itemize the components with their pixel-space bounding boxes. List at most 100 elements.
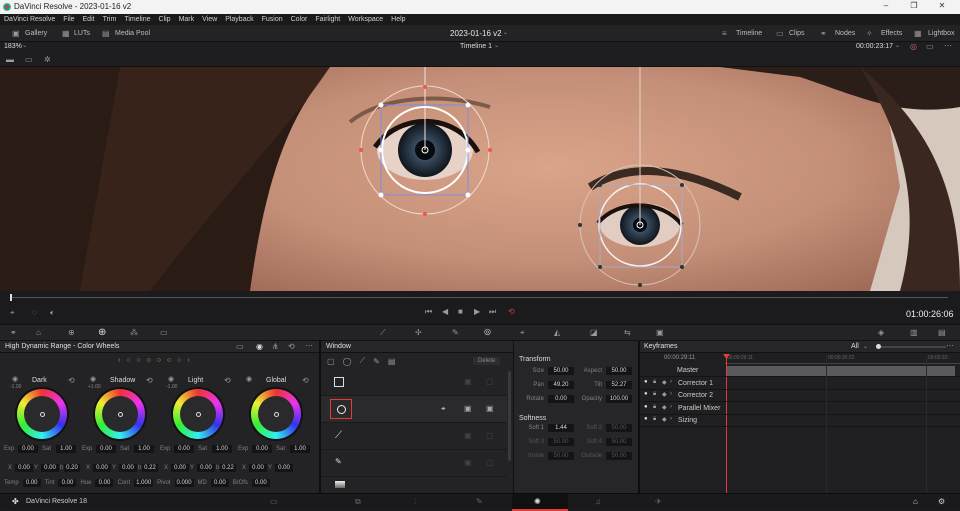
fusion-page-icon[interactable]: ✎ <box>476 497 483 506</box>
key-icon[interactable]: ⇆ <box>624 328 631 337</box>
highlight-icon[interactable]: ✲ <box>44 55 51 64</box>
effects-button[interactable]: Effects <box>881 30 902 37</box>
fairlight-page-icon[interactable]: ♫ <box>595 497 601 506</box>
qualifier-icon[interactable]: ✎ <box>452 328 459 337</box>
menu-item[interactable]: Color <box>291 16 308 23</box>
rotate-value[interactable]: 0.00 <box>548 395 574 403</box>
menu-item[interactable]: Fairlight <box>315 16 340 23</box>
menu-item[interactable]: View <box>202 16 217 23</box>
polygon-window-icon[interactable]: ⟋ <box>335 430 342 441</box>
single-view-icon[interactable]: ▬ <box>6 55 14 64</box>
viewer-mode-icon[interactable]: ⌖ <box>10 308 15 318</box>
menu-item[interactable]: Clip <box>159 16 171 23</box>
skip-to-end-icon[interactable]: ⏭︎ <box>489 307 496 317</box>
window-row-gradient[interactable] <box>321 477 507 491</box>
camera-raw-icon[interactable]: ⚭ <box>10 328 17 337</box>
wheel-crosshair[interactable] <box>40 412 45 417</box>
window-row-polygon[interactable]: ⟋ ▣ ▢ <box>321 423 507 450</box>
loop-icon[interactable]: ⟲ <box>508 307 515 316</box>
soft4-value[interactable]: 50.00 <box>606 438 632 446</box>
x-value[interactable]: 0.00 <box>249 464 267 472</box>
keyframe-zoom-slider[interactable] <box>876 346 946 348</box>
motion-effects-icon[interactable]: ▭ <box>160 328 168 337</box>
keyframe-track[interactable]: Master <box>640 365 960 377</box>
tilt-value[interactable]: 52.27 <box>606 381 632 389</box>
exp-value[interactable]: 0.00 <box>18 445 38 453</box>
menu-item[interactable]: Edit <box>83 16 95 23</box>
wipe-view-icon[interactable]: ▭ <box>25 55 33 64</box>
lock-icon[interactable]: 🔒︎ <box>653 379 656 386</box>
wheel-mode-icon[interactable]: ◉ <box>256 341 263 353</box>
stop-icon[interactable]: ■ <box>458 307 463 316</box>
bottom-param-value[interactable]: 0.00 <box>251 479 270 487</box>
scrubber[interactable] <box>10 297 948 298</box>
dynamic-icon[interactable]: ◆ <box>662 379 667 386</box>
x-value[interactable]: 0.00 <box>15 464 33 472</box>
opacity-value[interactable]: 100.00 <box>606 395 632 403</box>
size-value[interactable]: 50.00 <box>548 367 574 375</box>
filter-chevron-icon[interactable]: ⌄ <box>863 341 868 353</box>
bottom-param-value[interactable]: 0.00 <box>210 479 229 487</box>
sat-value[interactable]: 1.00 <box>134 445 154 453</box>
clips-button[interactable]: Clips <box>789 30 805 37</box>
timeline-chevron-icon[interactable]: ⌄ <box>494 42 499 49</box>
media-page-icon[interactable]: ▭ <box>270 497 278 506</box>
invert-toggle-icon[interactable]: ▣ <box>464 377 472 386</box>
menu-item[interactable]: Workspace <box>348 16 383 23</box>
wheel-crosshair[interactable] <box>196 412 201 417</box>
delete-button[interactable]: Delete <box>473 357 501 365</box>
keyframe-ruler[interactable] <box>725 363 960 364</box>
menu-item[interactable]: File <box>63 16 74 23</box>
minimize-icon[interactable]: – <box>880 1 892 10</box>
lock-icon[interactable]: 🔒︎ <box>653 416 656 423</box>
outside-value[interactable]: 50.00 <box>606 452 632 460</box>
enable-toggle-icon[interactable]: ▢ <box>486 458 494 467</box>
invert-toggle-icon[interactable]: ▣ <box>464 431 472 440</box>
home-icon[interactable]: ⌂ <box>913 497 918 506</box>
add-linear-window-icon[interactable]: ▢ <box>327 357 335 366</box>
step-back-icon[interactable]: ◀ <box>442 307 448 316</box>
bottom-param-value[interactable]: 0.00 <box>95 479 114 487</box>
dynamic-icon[interactable]: ◆ <box>662 391 667 398</box>
keyframe-track[interactable]: ● 🔒︎ ◆ › Corrector 2 <box>640 390 960 402</box>
lock-icon[interactable]: 🔒︎ <box>653 404 656 411</box>
keyframes-more-icon[interactable]: ⋯ <box>946 340 954 352</box>
magic-mask-icon[interactable]: ◭ <box>554 328 560 337</box>
close-icon[interactable]: ✕ <box>936 1 948 10</box>
circle-window-icon[interactable] <box>330 399 352 419</box>
expand-chevron-icon[interactable]: › <box>670 416 672 422</box>
b-value[interactable]: 0.22 <box>220 464 236 472</box>
y-value[interactable]: 0.00 <box>275 464 293 472</box>
curve-window-icon[interactable]: ✎ <box>335 457 342 466</box>
zoom-level[interactable]: 183% <box>4 43 22 50</box>
nodes-button[interactable]: Nodes <box>835 30 855 37</box>
color-page-tab[interactable]: ✺ <box>512 494 568 511</box>
invert-toggle-icon[interactable]: ▣ <box>464 404 472 413</box>
target-icon[interactable]: ⌖ <box>441 404 446 414</box>
exp-value[interactable]: 0.00 <box>96 445 116 453</box>
invert-toggle-icon[interactable]: ▣ <box>464 458 472 467</box>
graph-icon[interactable]: ⋔ <box>272 341 279 353</box>
viewer-options-icon[interactable]: ◎ <box>910 42 917 51</box>
rgb-mixer-icon[interactable]: ⁂ <box>130 328 138 337</box>
keyframe-track[interactable]: ● 🔒︎ ◆ › Sizing <box>640 415 960 427</box>
track-enable-dot-icon[interactable]: ● <box>644 391 648 397</box>
wheel-crosshair[interactable] <box>274 412 279 417</box>
scopes-icon[interactable]: ▥ <box>910 328 918 337</box>
inside-value[interactable]: 50.00 <box>548 452 574 460</box>
wheel-knob-icon[interactable]: ◉ <box>12 375 18 383</box>
expand-chevron-icon[interactable]: › <box>670 391 672 397</box>
add-gradient-window-icon[interactable]: ▤ <box>388 357 396 366</box>
curves-icon[interactable]: ⟋ <box>380 328 386 338</box>
skip-to-start-icon[interactable]: ⏮︎ <box>425 307 432 317</box>
color-page-icon[interactable]: ✺ <box>534 497 541 506</box>
menu-item[interactable]: Timeline <box>124 16 150 23</box>
sat-value[interactable]: 1.00 <box>290 445 310 453</box>
deliver-page-icon[interactable]: ✈ <box>655 497 662 506</box>
menu-item[interactable]: Fusion <box>262 16 283 23</box>
track-enable-dot-icon[interactable]: ● <box>644 404 648 410</box>
playhead-marker[interactable] <box>10 294 12 301</box>
bottom-param-value[interactable]: 1.000 <box>134 479 154 487</box>
zoom-chevron-icon[interactable]: ⌄ <box>22 42 27 49</box>
more-options-icon[interactable]: ⋯ <box>944 41 952 50</box>
